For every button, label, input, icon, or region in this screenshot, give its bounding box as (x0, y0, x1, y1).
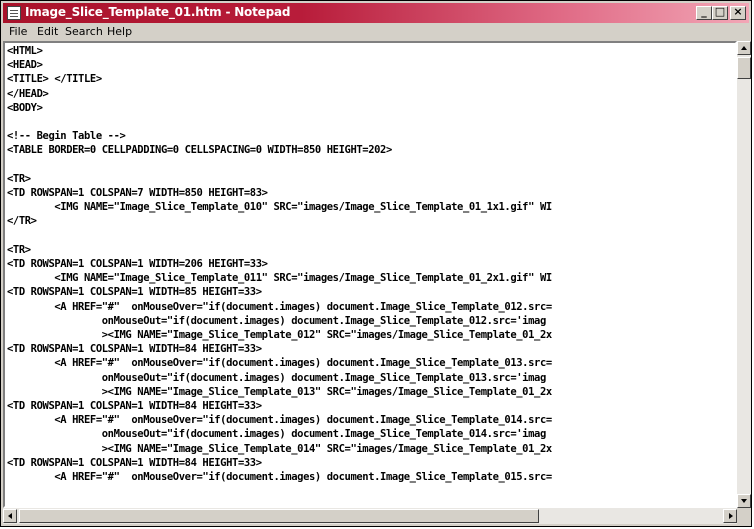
scroll-left-button[interactable] (3, 509, 17, 523)
code-line: <A HREF="#" onMouseOver="if(document.ima… (7, 471, 552, 483)
code-line: <A HREF="#" onMouseOver="if(document.ima… (7, 357, 552, 370)
code-line: <TITLE> </TITLE> (7, 73, 102, 86)
close-button[interactable]: × (730, 5, 746, 20)
arrow-up-icon (741, 46, 747, 50)
code-line: <BODY> (7, 101, 43, 114)
code-line: <HTML> (7, 45, 43, 57)
close-icon: × (733, 5, 743, 18)
menu-file[interactable]: File (9, 25, 27, 38)
title-bar[interactable]: Image_Slice_Template_01.htm - Notepad _ … (3, 3, 749, 23)
code-line: </HEAD> (7, 87, 49, 100)
code-line: onMouseOut="if(document.images) document… (7, 371, 547, 384)
horizontal-scroll-thumb[interactable] (19, 509, 539, 523)
code-line: <TR> (7, 243, 31, 256)
arrow-down-icon (741, 499, 747, 503)
code-line: <IMG NAME="Image_Slice_Template_010" SRC… (7, 201, 552, 214)
minimize-button[interactable]: _ (696, 5, 712, 20)
code-line: <IMG NAME="Image_Slice_Template_011" SRC… (7, 272, 552, 285)
code-line: onMouseOut="if(document.images) document… (7, 314, 547, 327)
code-line: <A HREF="#" onMouseOver="if(document.ima… (7, 414, 552, 427)
horizontal-scrollbar[interactable] (3, 508, 737, 524)
code-line: </TR> (7, 215, 37, 228)
code-line: <A HREF="#" onMouseOver="if(document.ima… (7, 300, 552, 313)
scroll-right-button[interactable] (723, 509, 737, 523)
code-line: <TD ROWSPAN=1 COLSPAN=1 WIDTH=84 HEIGHT=… (7, 456, 262, 469)
menu-help[interactable]: Help (107, 25, 132, 38)
menu-search[interactable]: Search (65, 25, 103, 38)
arrow-left-icon (8, 513, 12, 519)
arrow-right-icon (729, 513, 733, 519)
code-line: <TD ROWSPAN=1 COLSPAN=7 WIDTH=850 HEIGHT… (7, 187, 268, 199)
menu-bar: File Edit Search Help (3, 23, 749, 41)
notepad-window: Image_Slice_Template_01.htm - Notepad _ … (0, 0, 752, 527)
code-line: onMouseOut="if(document.images) document… (7, 428, 547, 441)
code-line: <HEAD> (7, 59, 43, 72)
menu-edit[interactable]: Edit (37, 25, 58, 38)
scrollbar-corner (737, 508, 751, 524)
vertical-scrollbar[interactable] (737, 41, 751, 508)
window-title: Image_Slice_Template_01.htm - Notepad (25, 5, 291, 19)
code-line: <!-- Begin Table --> (7, 130, 126, 143)
code-line: <TABLE BORDER=0 CELLPADDING=0 CELLSPACIN… (7, 144, 392, 157)
minimize-icon: _ (701, 5, 707, 18)
maximize-button[interactable]: □ (712, 5, 728, 20)
code-line: <TD ROWSPAN=1 COLSPAN=1 WIDTH=84 HEIGHT=… (7, 343, 262, 356)
vertical-scroll-thumb[interactable] (737, 57, 751, 79)
code-line: <TD ROWSPAN=1 COLSPAN=1 WIDTH=84 HEIGHT=… (7, 400, 262, 412)
code-line: <TD ROWSPAN=1 COLSPAN=1 WIDTH=85 HEIGHT=… (7, 286, 262, 299)
notepad-icon[interactable] (7, 6, 21, 20)
scroll-up-button[interactable] (737, 41, 751, 55)
code-line: ><IMG NAME="Image_Slice_Template_014" SR… (7, 442, 552, 455)
maximize-icon: □ (714, 5, 726, 18)
code-line: ><IMG NAME="Image_Slice_Template_013" SR… (7, 385, 552, 398)
text-editor-area[interactable]: <HTML> <HEAD> <TITLE> </TITLE> </HEAD> <BODY… (3, 41, 737, 508)
code-line: <TD ROWSPAN=1 COLSPAN=1 WIDTH=206 HEIGHT… (7, 258, 268, 270)
code-line: ><IMG NAME="Image_Slice_Template_012" SR… (7, 329, 552, 341)
scroll-down-button[interactable] (737, 494, 751, 508)
code-line: <TR> (7, 172, 31, 185)
